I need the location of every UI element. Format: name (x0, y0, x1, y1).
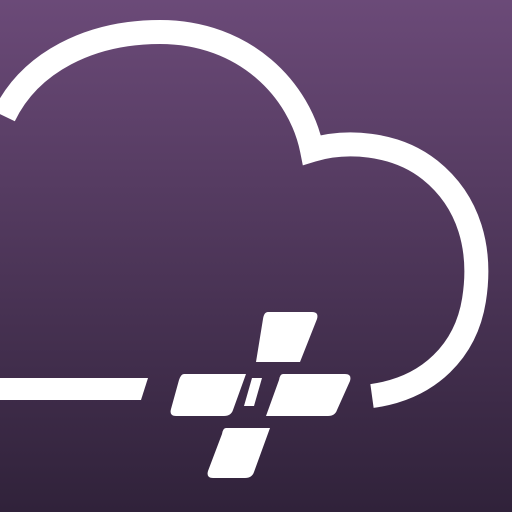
cloud-base-line (0, 378, 148, 400)
app-icon[interactable] (0, 0, 512, 512)
cloud-plus-icon (0, 0, 512, 512)
